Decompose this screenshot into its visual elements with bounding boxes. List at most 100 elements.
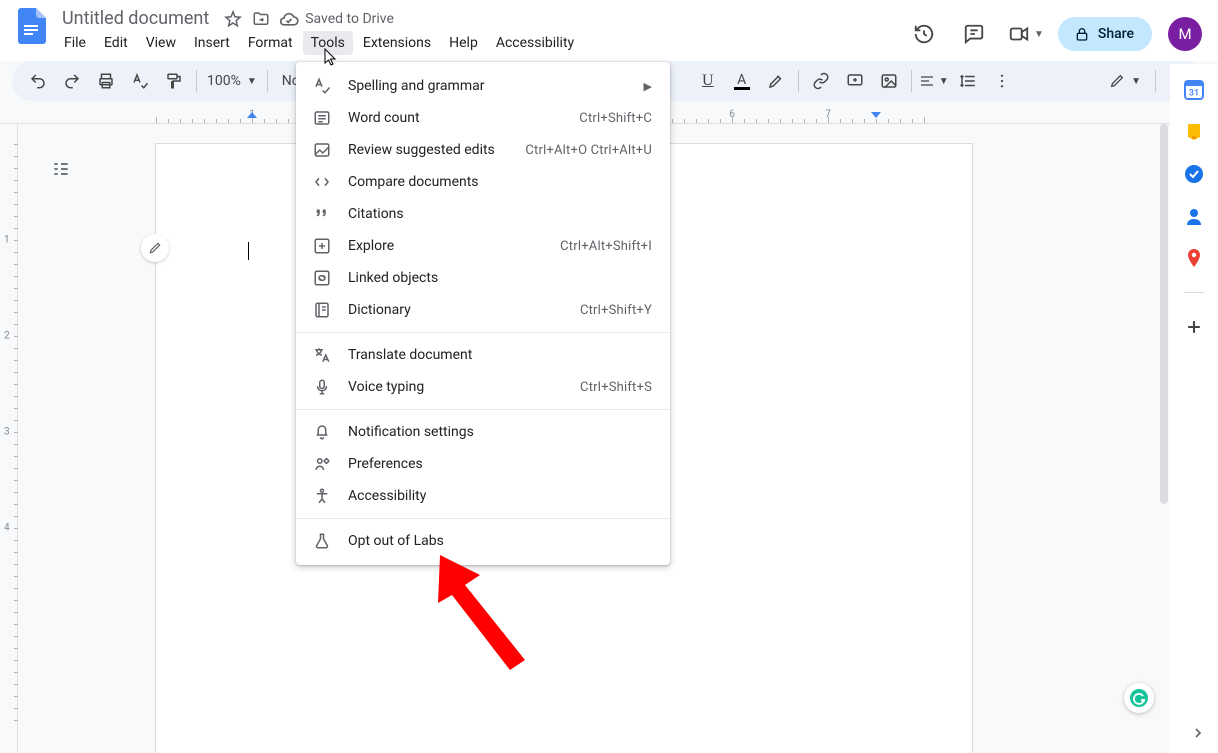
tools-menu-item-opt-out-of-labs[interactable]: Opt out of Labs xyxy=(296,525,670,557)
side-panel-expand-button[interactable] xyxy=(1190,725,1206,741)
chevron-down-icon: ▼ xyxy=(939,76,949,87)
scrollbar-thumb[interactable] xyxy=(1160,124,1168,504)
calendar-app-icon[interactable]: 31 xyxy=(1184,80,1204,100)
app-header: Untitled document Saved to Drive FileEdi… xyxy=(0,0,1218,61)
menu-item-shortcut: Ctrl+Alt+O Ctrl+Alt+U xyxy=(525,143,652,158)
bell-icon xyxy=(312,423,332,441)
print-button[interactable] xyxy=(90,65,122,97)
menu-edit[interactable]: Edit xyxy=(96,31,136,55)
tools-menu-item-review-suggested-edits[interactable]: Review suggested editsCtrl+Alt+O Ctrl+Al… xyxy=(296,134,670,166)
side-panel: 31 xyxy=(1170,64,1218,753)
suggest-edits-pill[interactable] xyxy=(141,234,169,262)
tools-menu-item-dictionary[interactable]: DictionaryCtrl+Shift+Y xyxy=(296,294,670,326)
svg-text:31: 31 xyxy=(1189,89,1199,99)
spellcheck-icon xyxy=(312,77,332,95)
star-icon[interactable] xyxy=(223,9,243,29)
tools-menu-item-preferences[interactable]: Preferences xyxy=(296,448,670,480)
menu-accessibility[interactable]: Accessibility xyxy=(488,31,582,55)
vertical-scrollbar[interactable] xyxy=(1158,124,1170,504)
menu-separator xyxy=(296,409,670,410)
menu-item-label: Compare documents xyxy=(348,174,652,190)
vruler-number: 1 xyxy=(4,235,10,246)
share-label: Share xyxy=(1098,26,1134,42)
toolbar-separator xyxy=(1155,70,1156,92)
account-avatar[interactable]: M xyxy=(1168,17,1202,51)
right-margin-marker[interactable] xyxy=(871,112,881,118)
menu-help[interactable]: Help xyxy=(441,31,486,55)
explore-icon xyxy=(312,237,332,255)
comments-icon[interactable] xyxy=(954,14,994,54)
avatar-initial: M xyxy=(1178,25,1191,43)
voice-icon xyxy=(312,378,332,396)
toolbar-separator xyxy=(911,70,912,92)
tasks-app-icon[interactable] xyxy=(1184,164,1204,184)
history-icon[interactable] xyxy=(904,14,944,54)
menu-file[interactable]: File xyxy=(56,31,94,55)
tools-menu-item-translate-document[interactable]: Translate document xyxy=(296,339,670,371)
tools-menu-item-voice-typing[interactable]: Voice typingCtrl+Shift+S xyxy=(296,371,670,403)
spellcheck-button[interactable] xyxy=(124,65,156,97)
paint-format-button[interactable] xyxy=(158,65,190,97)
save-status[interactable]: Saved to Drive xyxy=(279,9,394,29)
move-folder-icon[interactable] xyxy=(251,9,271,29)
menu-item-label: Accessibility xyxy=(348,488,652,504)
tools-menu-item-accessibility[interactable]: Accessibility xyxy=(296,480,670,512)
text-color-button[interactable]: A xyxy=(726,65,758,97)
keep-app-icon[interactable] xyxy=(1184,122,1204,142)
vruler-number: 2 xyxy=(4,331,10,342)
save-status-text: Saved to Drive xyxy=(305,11,394,27)
maps-app-icon[interactable] xyxy=(1184,248,1204,268)
meet-icon[interactable]: ▼ xyxy=(1004,14,1048,54)
text-cursor xyxy=(248,242,249,260)
menu-item-label: Preferences xyxy=(348,456,652,472)
contacts-app-icon[interactable] xyxy=(1184,206,1204,226)
more-toolbar-button[interactable] xyxy=(986,65,1018,97)
extension-badge[interactable] xyxy=(1124,683,1154,713)
document-title[interactable]: Untitled document xyxy=(56,8,215,29)
redo-button[interactable] xyxy=(56,65,88,97)
left-indent-marker[interactable] xyxy=(247,112,257,118)
menu-format[interactable]: Format xyxy=(240,31,301,55)
text-color-underline xyxy=(734,87,750,90)
underline-button[interactable]: U xyxy=(692,65,724,97)
menu-item-label: Translate document xyxy=(348,347,652,363)
menu-separator xyxy=(296,518,670,519)
menu-item-label: Linked objects xyxy=(348,270,652,286)
insert-comment-button[interactable] xyxy=(839,65,871,97)
chevron-down-icon: ▼ xyxy=(1034,29,1044,40)
tools-menu-item-spelling-and-grammar[interactable]: Spelling and grammar▶ xyxy=(296,70,670,102)
toolbar-separator xyxy=(196,70,197,92)
labs-icon xyxy=(312,532,332,550)
editing-mode-button[interactable]: ▼ xyxy=(1103,65,1147,97)
tools-menu-item-compare-documents[interactable]: Compare documents xyxy=(296,166,670,198)
linked-icon xyxy=(312,269,332,287)
a11y-icon xyxy=(312,487,332,505)
tools-menu-item-notification-settings[interactable]: Notification settings xyxy=(296,416,670,448)
zoom-dropdown[interactable]: 100% ▼ xyxy=(203,73,261,89)
vertical-ruler[interactable]: 1234 xyxy=(0,124,18,753)
tools-menu-item-explore[interactable]: ExploreCtrl+Alt+Shift+I xyxy=(296,230,670,262)
tools-menu-item-citations[interactable]: Citations xyxy=(296,198,670,230)
menu-tools[interactable]: Tools xyxy=(303,31,353,55)
insert-link-button[interactable] xyxy=(805,65,837,97)
tools-menu-item-linked-objects[interactable]: Linked objects xyxy=(296,262,670,294)
docs-logo[interactable] xyxy=(12,6,52,46)
menu-item-label: Word count xyxy=(348,110,563,126)
menu-view[interactable]: View xyxy=(138,31,184,55)
insert-image-button[interactable] xyxy=(873,65,905,97)
outline-toggle-button[interactable] xyxy=(46,154,76,184)
tools-menu-item-word-count[interactable]: Word countCtrl+Shift+C xyxy=(296,102,670,134)
align-button[interactable]: ▼ xyxy=(918,65,950,97)
menu-insert[interactable]: Insert xyxy=(186,31,238,55)
title-column: Untitled document Saved to Drive FileEdi… xyxy=(56,6,904,61)
menu-extensions[interactable]: Extensions xyxy=(355,31,439,55)
chevron-down-icon: ▼ xyxy=(247,76,257,87)
undo-button[interactable] xyxy=(22,65,54,97)
get-addons-button[interactable] xyxy=(1184,317,1204,337)
highlight-color-button[interactable] xyxy=(760,65,792,97)
menu-item-label: Dictionary xyxy=(348,302,564,318)
line-spacing-button[interactable] xyxy=(952,65,984,97)
cloud-icon xyxy=(279,9,299,29)
citations-icon xyxy=(312,205,332,223)
share-button[interactable]: Share xyxy=(1058,17,1152,51)
